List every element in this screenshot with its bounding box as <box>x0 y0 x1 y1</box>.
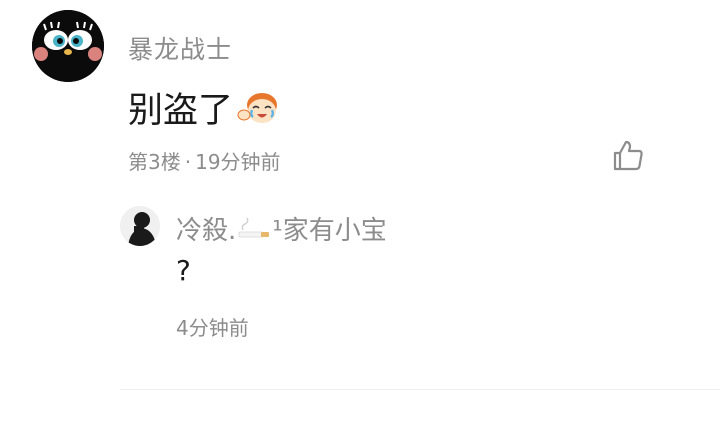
comment-text: 别盗了 <box>128 91 234 131</box>
thumbs-up-icon <box>613 140 643 171</box>
divider <box>120 389 720 390</box>
laughing-crying-emoji-icon <box>237 89 283 127</box>
comment-thread: 暴龙战士 别盗了 第3楼 · 19分钟前 冷殺. ¹家有小宝 ? 4分钟前 <box>0 0 720 424</box>
meta-separator: · <box>184 150 192 174</box>
reply-username-prefix: 冷殺. <box>176 216 237 246</box>
reply-body: ? <box>176 254 191 287</box>
cigarette-icon <box>237 216 271 242</box>
like-button[interactable] <box>610 138 646 174</box>
comment-body: 别盗了 <box>128 82 283 133</box>
comment-meta: 第3楼 · 19分钟前 <box>128 146 281 175</box>
comment-username[interactable]: 暴龙战士 <box>128 30 232 66</box>
reply-avatar[interactable] <box>120 206 160 246</box>
reply-username-suffix: ¹家有小宝 <box>272 216 387 246</box>
reply-username[interactable]: 冷殺. ¹家有小宝 <box>176 210 387 247</box>
avatar-character-icon <box>32 10 104 82</box>
avatar[interactable] <box>32 10 104 82</box>
reply-time: 4分钟前 <box>176 316 249 340</box>
silhouette-avatar-icon <box>120 206 160 246</box>
comment-time: 19分钟前 <box>195 150 281 174</box>
floor-label: 第3楼 <box>128 150 181 174</box>
